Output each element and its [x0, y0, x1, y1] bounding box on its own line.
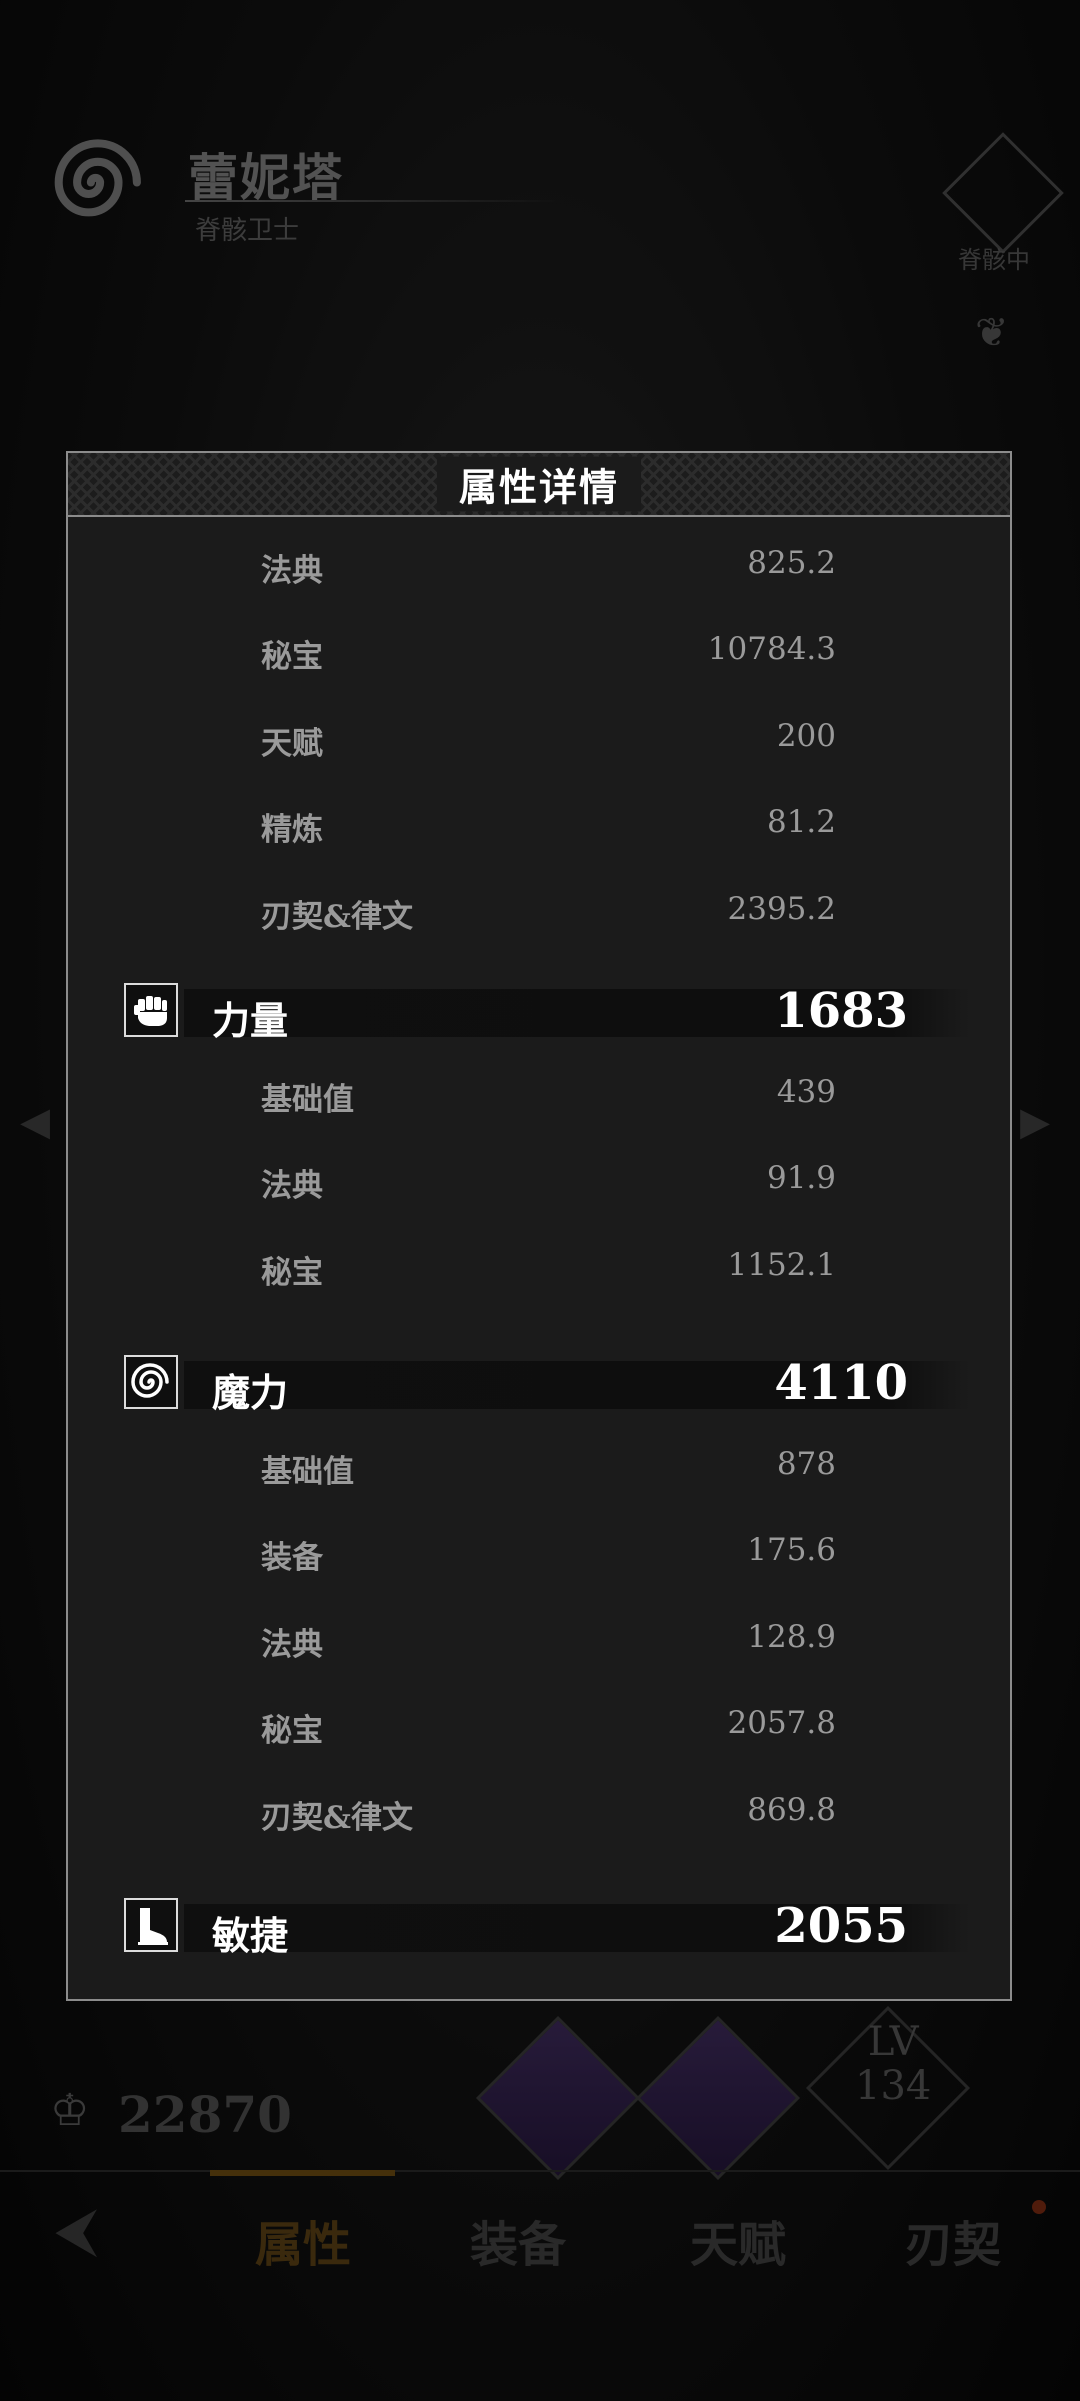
attribute-total: 2055 [774, 1898, 908, 1954]
source-label: 秘宝 [261, 639, 323, 675]
spiral-icon [124, 1355, 178, 1409]
source-label: 精炼 [261, 812, 323, 848]
source-label: 秘宝 [261, 1713, 323, 1749]
source-value: 200 [776, 718, 836, 754]
source-label: 基础值 [261, 1454, 354, 1490]
source-label: 装备 [261, 1540, 323, 1576]
source-value: 81.2 [766, 804, 836, 840]
attribute-source-row: 秘宝 10784.3 [68, 631, 1010, 675]
attribute-source-row: 基础值 439 [68, 1074, 1010, 1118]
source-label: 天赋 [261, 726, 323, 762]
source-label: 刃契&律文 [261, 899, 413, 935]
dialog-title: 属性详情 [436, 456, 642, 512]
source-value: 439 [776, 1074, 836, 1110]
source-value: 10784.3 [707, 631, 836, 667]
source-value: 878 [776, 1446, 836, 1482]
source-value: 1152.1 [727, 1247, 836, 1283]
attribute-detail-dialog: 属性详情 法典 825.2 秘宝 10784.3 天赋 200 精炼 81.2 … [66, 451, 1012, 2001]
attribute-name: 敏捷 [212, 1913, 289, 1958]
attribute-total: 1683 [774, 983, 908, 1039]
source-value: 175.6 [747, 1532, 836, 1568]
attribute-source-row: 装备 175.6 [68, 1532, 1010, 1576]
boot-icon [124, 1898, 178, 1952]
attribute-total: 4110 [774, 1355, 908, 1411]
source-value: 2395.2 [727, 891, 836, 927]
attribute-source-row: 刃契&律文 869.8 [68, 1792, 1010, 1836]
attribute-header-strength[interactable]: 力量 1683 [124, 983, 988, 1043]
source-value: 128.9 [747, 1619, 836, 1655]
source-value: 91.9 [766, 1160, 836, 1196]
fist-icon [124, 983, 178, 1037]
attribute-source-row: 天赋 200 [68, 718, 1010, 762]
attribute-header-agility[interactable]: 敏捷 2055 [124, 1898, 988, 1958]
attribute-source-row: 法典 128.9 [68, 1619, 1010, 1663]
attribute-name: 力量 [212, 998, 289, 1043]
attribute-source-row: 法典 825.2 [68, 545, 1010, 589]
source-value: 2057.8 [727, 1705, 836, 1741]
attribute-source-row: 精炼 81.2 [68, 804, 1010, 848]
source-label: 法典 [261, 553, 323, 589]
source-value: 825.2 [747, 545, 836, 581]
source-value: 869.8 [747, 1792, 836, 1828]
source-label: 刃契&律文 [261, 1800, 413, 1836]
source-label: 法典 [261, 1627, 323, 1663]
attribute-source-row: 法典 91.9 [68, 1160, 1010, 1204]
attribute-header-magic[interactable]: 魔力 4110 [124, 1355, 988, 1415]
source-label: 秘宝 [261, 1255, 323, 1291]
attribute-source-row: 秘宝 2057.8 [68, 1705, 1010, 1749]
source-label: 法典 [261, 1168, 323, 1204]
source-label: 基础值 [261, 1082, 354, 1118]
attribute-source-row: 秘宝 1152.1 [68, 1247, 1010, 1291]
attribute-source-row: 基础值 878 [68, 1446, 1010, 1490]
attribute-source-row: 刃契&律文 2395.2 [68, 891, 1010, 935]
attribute-name: 魔力 [212, 1370, 289, 1415]
dialog-header: 属性详情 [68, 453, 1010, 517]
